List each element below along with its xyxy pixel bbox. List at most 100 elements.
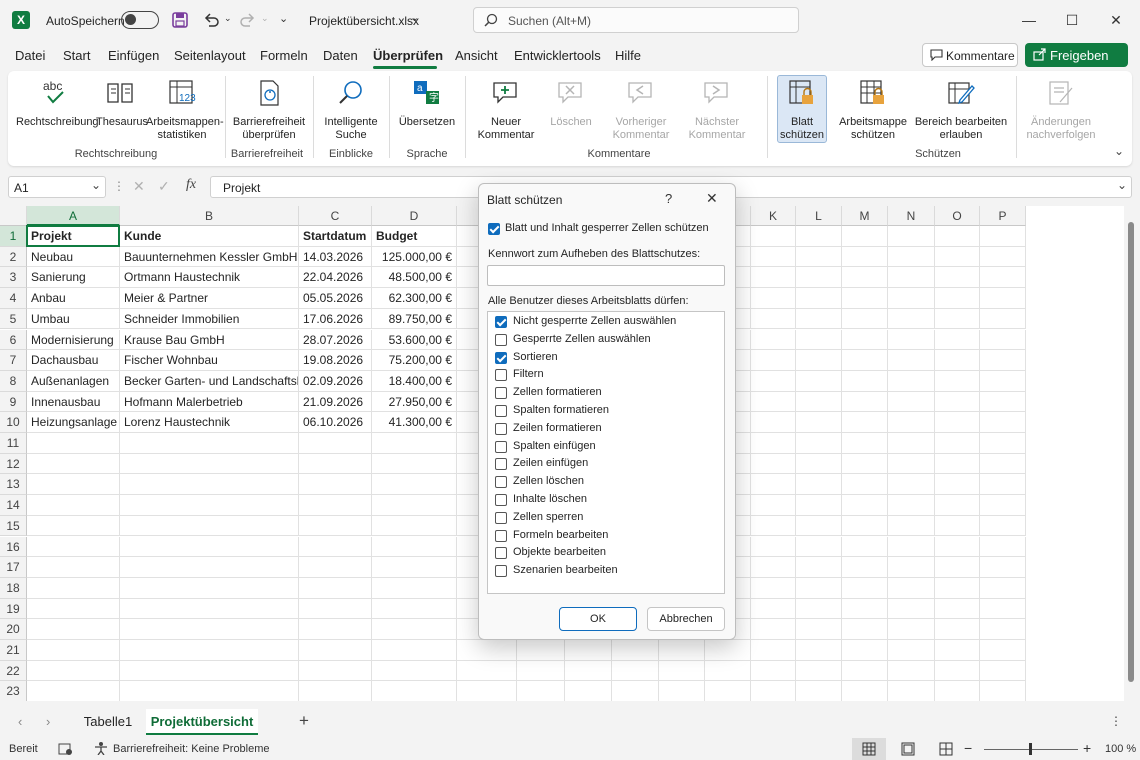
- cell-a6[interactable]: Modernisierung: [27, 329, 120, 351]
- cell-p7[interactable]: [980, 350, 1026, 371]
- cell-d14[interactable]: [372, 495, 457, 516]
- cell-p21[interactable]: [980, 640, 1026, 661]
- cell-k2[interactable]: [751, 246, 796, 268]
- cell-b8[interactable]: Becker Garten- und Landschaftsbau: [120, 370, 299, 392]
- cell-b5[interactable]: Schneider Immobilien: [120, 308, 299, 330]
- cell-d6[interactable]: 53.600,00 €: [372, 329, 457, 351]
- zoom-level[interactable]: 100 %: [1105, 743, 1136, 755]
- row-header-8[interactable]: 8: [0, 370, 27, 392]
- cell-e23[interactable]: [457, 681, 517, 701]
- cell-f21[interactable]: [517, 640, 565, 661]
- cell-d23[interactable]: [372, 681, 457, 701]
- cell-m1[interactable]: [842, 226, 888, 247]
- cell-m8[interactable]: [842, 370, 888, 392]
- cell-k21[interactable]: [751, 640, 796, 661]
- cancel-button[interactable]: Abbrechen: [647, 607, 725, 631]
- cell-o17[interactable]: [935, 557, 980, 578]
- cell-k7[interactable]: [751, 350, 796, 371]
- cell-m19[interactable]: [842, 598, 888, 620]
- cell-n22[interactable]: [888, 660, 935, 682]
- cell-c21[interactable]: [299, 640, 372, 661]
- cell-n3[interactable]: [888, 267, 935, 289]
- protect-sheet-button[interactable]: Blatt schützen: [777, 78, 827, 142]
- cell-g23[interactable]: [565, 681, 612, 701]
- cell-c15[interactable]: [299, 515, 372, 537]
- cell-l9[interactable]: [796, 391, 842, 413]
- cell-m16[interactable]: [842, 536, 888, 558]
- cell-m21[interactable]: [842, 640, 888, 661]
- cell-a3[interactable]: Sanierung: [27, 267, 120, 289]
- cell-p12[interactable]: [980, 453, 1026, 475]
- permission-checkbox[interactable]: [495, 333, 507, 346]
- cell-n12[interactable]: [888, 453, 935, 475]
- cell-a13[interactable]: [27, 474, 120, 496]
- cell-o1[interactable]: [935, 226, 980, 247]
- allow-edit-ranges-button[interactable]: Bereich bearbeiten erlauben: [914, 78, 1008, 142]
- maximize-button[interactable]: ☐: [1058, 6, 1086, 34]
- cell-n6[interactable]: [888, 329, 935, 351]
- column-header-d[interactable]: D: [372, 206, 457, 226]
- cell-n4[interactable]: [888, 288, 935, 309]
- cell-f23[interactable]: [517, 681, 565, 701]
- cell-b16[interactable]: [120, 536, 299, 558]
- cell-l13[interactable]: [796, 474, 842, 496]
- filename-chevron-icon[interactable]: ⌄: [410, 11, 419, 24]
- column-header-l[interactable]: L: [796, 206, 842, 226]
- column-header-p[interactable]: P: [980, 206, 1026, 226]
- cell-p14[interactable]: [980, 495, 1026, 516]
- cell-n16[interactable]: [888, 536, 935, 558]
- cell-k8[interactable]: [751, 370, 796, 392]
- cell-b18[interactable]: [120, 577, 299, 599]
- cell-k19[interactable]: [751, 598, 796, 620]
- cell-b13[interactable]: [120, 474, 299, 496]
- row-header-5[interactable]: 5: [0, 308, 27, 330]
- cell-m15[interactable]: [842, 515, 888, 537]
- cell-l11[interactable]: [796, 433, 842, 454]
- share-button[interactable]: Freigeben: [1025, 43, 1128, 67]
- cell-j21[interactable]: [705, 640, 751, 661]
- cell-d13[interactable]: [372, 474, 457, 496]
- file-name[interactable]: Projektübersicht.xlsx: [309, 14, 419, 28]
- add-sheet-icon[interactable]: +: [299, 711, 309, 731]
- cell-g22[interactable]: [565, 660, 612, 682]
- cell-p23[interactable]: [980, 681, 1026, 701]
- cell-c11[interactable]: [299, 433, 372, 454]
- cell-l18[interactable]: [796, 577, 842, 599]
- cell-i21[interactable]: [659, 640, 705, 661]
- cell-a7[interactable]: Dachausbau: [27, 350, 120, 371]
- cell-o6[interactable]: [935, 329, 980, 351]
- cell-j23[interactable]: [705, 681, 751, 701]
- translate-button[interactable]: a字 Übersetzen: [394, 78, 460, 129]
- cell-j22[interactable]: [705, 660, 751, 682]
- row-header-10[interactable]: 10: [0, 412, 27, 433]
- cell-b10[interactable]: Lorenz Haustechnik: [120, 412, 299, 433]
- cell-o4[interactable]: [935, 288, 980, 309]
- cell-k20[interactable]: [751, 619, 796, 640]
- cell-c3[interactable]: 22.04.2026: [299, 267, 372, 289]
- cell-m22[interactable]: [842, 660, 888, 682]
- cell-p11[interactable]: [980, 433, 1026, 454]
- cell-p13[interactable]: [980, 474, 1026, 496]
- cell-b6[interactable]: Krause Bau GmbH: [120, 329, 299, 351]
- cell-k16[interactable]: [751, 536, 796, 558]
- page-break-view-icon[interactable]: [939, 742, 953, 756]
- cell-n19[interactable]: [888, 598, 935, 620]
- cell-k6[interactable]: [751, 329, 796, 351]
- next-sheet-icon[interactable]: ›: [46, 714, 50, 729]
- permission-checkbox[interactable]: [495, 351, 507, 364]
- cell-d3[interactable]: 48.500,00 €: [372, 267, 457, 289]
- cell-b11[interactable]: [120, 433, 299, 454]
- cell-n18[interactable]: [888, 577, 935, 599]
- row-header-2[interactable]: 2: [0, 246, 27, 268]
- sheet-tab-tabelle1[interactable]: Tabelle1: [78, 709, 138, 735]
- cell-o3[interactable]: [935, 267, 980, 289]
- cell-o7[interactable]: [935, 350, 980, 371]
- vertical-scroll-thumb[interactable]: [1128, 222, 1134, 682]
- cell-d2[interactable]: 125.000,00 €: [372, 246, 457, 268]
- cell-o8[interactable]: [935, 370, 980, 392]
- thesaurus-button[interactable]: Thesaurus: [96, 78, 148, 129]
- cell-d19[interactable]: [372, 598, 457, 620]
- row-header-18[interactable]: 18: [0, 577, 27, 599]
- formula-bar-more-icon[interactable]: ⋮: [113, 179, 125, 193]
- cell-n8[interactable]: [888, 370, 935, 392]
